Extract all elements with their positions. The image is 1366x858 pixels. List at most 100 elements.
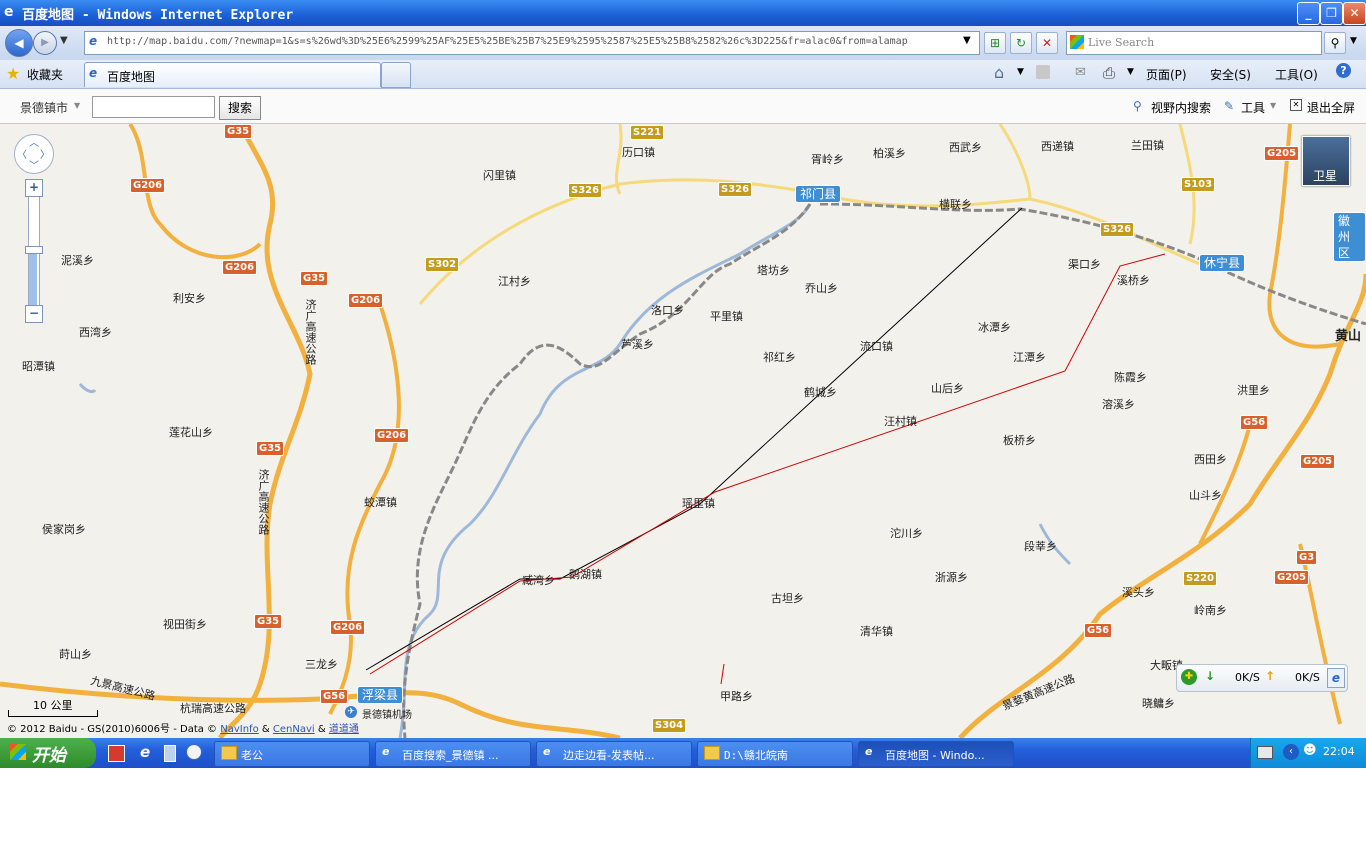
taskbar-item[interactable]: e 百度搜索_景德镇 ... — [375, 741, 531, 767]
new-tab-button[interactable] — [381, 62, 411, 88]
town-label[interactable]: 古坦乡 — [771, 590, 804, 606]
city-dropdown-icon[interactable]: ▼ — [74, 101, 80, 110]
town-label[interactable]: 芦溪乡 — [621, 336, 654, 352]
keyboard-icon[interactable] — [1257, 746, 1273, 759]
exit-fullscreen-link[interactable]: 退出全屏 — [1307, 99, 1355, 116]
tab-baidu-map[interactable]: e 百度地图 — [84, 62, 381, 87]
town-label[interactable]: 洛口乡 — [651, 302, 684, 318]
home-dropdown-icon[interactable]: ▼ — [1017, 67, 1024, 77]
county-label[interactable]: 休宁县 — [1199, 254, 1246, 272]
refresh-icon[interactable]: ↻ — [1010, 32, 1032, 54]
address-dropdown-icon[interactable]: ▼ — [963, 35, 971, 46]
town-label[interactable]: 鹅湖镇 — [569, 566, 602, 582]
pan-control[interactable]: ︿ ﹀ 〈 〉 — [14, 134, 54, 174]
town-label[interactable]: 视田街乡 — [163, 616, 207, 632]
town-label[interactable]: 昭潭镇 — [22, 358, 55, 374]
taskbar-item-active[interactable]: e 百度地图 - Windo... — [858, 741, 1014, 767]
feeds-icon[interactable] — [1036, 65, 1050, 79]
search-options-icon[interactable]: ▼ — [1350, 36, 1357, 46]
town-label[interactable]: 江潭乡 — [1013, 349, 1046, 365]
town-label[interactable]: 侯家岗乡 — [42, 521, 86, 537]
county-label[interactable]: 祁门县 — [795, 185, 842, 203]
pan-down-icon[interactable]: ﹀ — [29, 157, 39, 172]
taskbar-item[interactable]: 老公 — [214, 741, 370, 767]
town-label[interactable]: 沱川乡 — [890, 525, 923, 541]
town-label[interactable]: 三龙乡 — [305, 656, 338, 672]
town-label[interactable]: 胥岭乡 — [811, 151, 844, 167]
city-selector[interactable]: 景德镇市 — [20, 99, 68, 116]
town-label[interactable]: 莲花山乡 — [169, 424, 213, 440]
tools-link[interactable]: 工具 — [1241, 99, 1265, 116]
compat-view-icon[interactable]: ⊞ — [984, 32, 1006, 54]
town-label[interactable]: 利安乡 — [173, 290, 206, 306]
taskbar-item[interactable]: e 边走边看-发表帖... — [536, 741, 692, 767]
mail-icon[interactable]: ✉ — [1075, 65, 1086, 80]
town-label[interactable]: 陈霞乡 — [1114, 369, 1147, 385]
pan-left-icon[interactable]: 〈 — [17, 146, 27, 161]
town-label[interactable]: 塔坊乡 — [757, 262, 790, 278]
close-button[interactable]: ✕ — [1343, 2, 1366, 25]
city-label[interactable]: 黄山 — [1335, 325, 1361, 344]
town-label[interactable]: 鹤城乡 — [804, 384, 837, 400]
app-quicklaunch-icon[interactable] — [164, 745, 176, 762]
clock[interactable]: 22:04 — [1323, 745, 1355, 758]
browser-quicklaunch-icon[interactable] — [186, 744, 202, 760]
show-desktop-icon[interactable] — [108, 745, 125, 762]
cennavi-link[interactable]: CenNavi — [273, 724, 315, 735]
url-text[interactable]: http://map.baidu.com/?newmap=1&s=s%26wd%… — [107, 36, 952, 47]
town-label[interactable]: 乔山乡 — [805, 280, 838, 296]
town-label[interactable]: 西湾乡 — [79, 324, 112, 340]
town-label[interactable]: 流口镇 — [860, 338, 893, 354]
start-button[interactable]: 开始 — [0, 738, 96, 768]
district-label[interactable]: 徽州区 — [1333, 212, 1366, 262]
ie-small-icon[interactable]: e — [1327, 668, 1345, 688]
town-label[interactable]: 浙源乡 — [935, 569, 968, 585]
town-label[interactable]: 西递镇 — [1041, 138, 1074, 154]
town-label[interactable]: 平里镇 — [710, 308, 743, 324]
tools-dropdown-icon[interactable]: ▼ — [1270, 101, 1276, 110]
search-icon[interactable]: ⚲ — [1324, 32, 1346, 54]
zoom-in-button[interactable]: + — [25, 179, 43, 197]
town-label[interactable]: 臧湾乡 — [522, 572, 555, 588]
town-label[interactable]: 江村乡 — [498, 273, 531, 289]
forward-button[interactable]: ▶ — [33, 31, 57, 55]
town-label[interactable]: 溪头乡 — [1122, 584, 1155, 600]
town-label[interactable]: 历口镇 — [622, 144, 655, 160]
town-label[interactable]: 兰田镇 — [1131, 137, 1164, 153]
pan-right-icon[interactable]: 〉 — [40, 146, 50, 161]
zoom-slider-handle[interactable] — [25, 246, 43, 254]
favorites-star-icon[interactable]: ★ — [6, 64, 20, 83]
town-label[interactable]: 蛟潭镇 — [364, 494, 397, 510]
ie-quicklaunch-icon[interactable]: e — [140, 743, 150, 761]
town-label[interactable]: 祁红乡 — [763, 349, 796, 365]
address-bar[interactable]: e http://map.baidu.com/?newmap=1&s=s%26w… — [84, 31, 980, 55]
navinfo-link[interactable]: NavInfo — [220, 724, 258, 735]
safety-menu[interactable]: 安全(S) — [1210, 66, 1251, 83]
town-label[interactable]: 泥溪乡 — [61, 252, 94, 268]
history-dropdown-icon[interactable]: ▼ — [60, 35, 68, 46]
town-label[interactable]: 柏溪乡 — [873, 145, 906, 161]
town-label[interactable]: 西武乡 — [949, 139, 982, 155]
town-label[interactable]: 清华镇 — [860, 623, 893, 639]
stop-icon[interactable]: ✕ — [1036, 32, 1058, 54]
county-label[interactable]: 浮梁县 — [357, 686, 404, 704]
town-label[interactable]: 溪桥乡 — [1117, 272, 1150, 288]
zoom-out-button[interactable]: − — [25, 305, 43, 323]
map-canvas[interactable]: G35 G206 S221 S326 S326 S326 G205 S103 S… — [0, 124, 1366, 738]
town-label[interactable]: 莳山乡 — [59, 646, 92, 662]
print-icon[interactable]: ⎙ — [1103, 64, 1115, 82]
town-label[interactable]: 山斗乡 — [1189, 487, 1222, 503]
minimize-button[interactable]: _ — [1297, 2, 1320, 25]
town-label[interactable]: 横联乡 — [939, 196, 972, 212]
page-menu[interactable]: 页面(P) — [1146, 66, 1187, 83]
town-label[interactable]: 晓鳙乡 — [1142, 695, 1175, 711]
help-icon[interactable]: ? — [1336, 63, 1351, 78]
tools-menu[interactable]: 工具(O) — [1275, 66, 1318, 83]
town-label[interactable]: 渠口乡 — [1068, 256, 1101, 272]
town-label[interactable]: 闪里镇 — [483, 167, 516, 183]
qq-icon[interactable]: ☻ — [1303, 743, 1317, 758]
view-search-link[interactable]: 视野内搜索 — [1151, 99, 1211, 116]
town-label[interactable]: 溶溪乡 — [1102, 396, 1135, 412]
live-search-field[interactable]: Live Search — [1066, 31, 1322, 55]
town-label[interactable]: 汪村镇 — [884, 413, 917, 429]
